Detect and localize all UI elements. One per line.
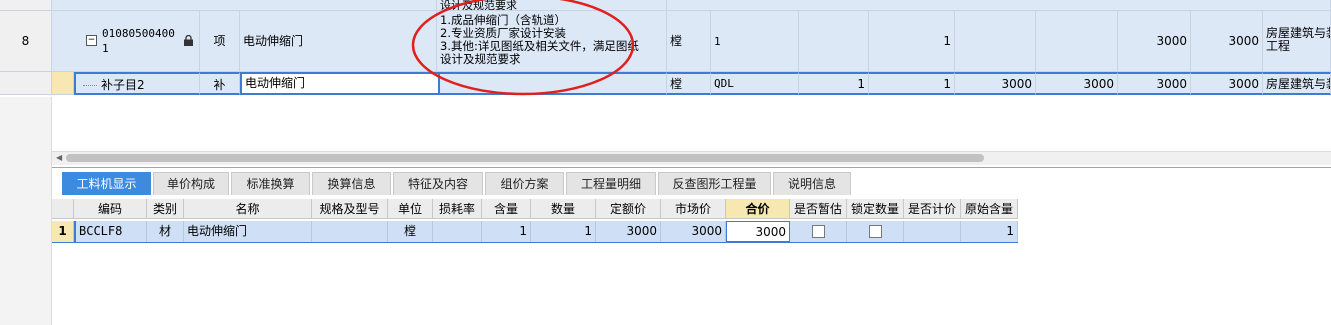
is-estimate-checkbox[interactable] <box>811 225 825 238</box>
col-header-total-price[interactable]: 合价 <box>726 199 790 219</box>
code-line1: 01080500400 <box>102 27 175 40</box>
col-header-quota-price[interactable]: 定额价 <box>596 199 661 219</box>
tab-unit-price[interactable]: 单价构成 <box>153 172 229 195</box>
code-cell[interactable]: − 01080500400 1 <box>52 11 200 72</box>
col-header-is-estimate[interactable]: 是否暂估 <box>790 199 847 219</box>
scrollbar-thumb[interactable] <box>66 154 984 162</box>
row-header-cell <box>0 0 52 11</box>
is-priced-cell[interactable] <box>904 221 961 242</box>
col-header-spec[interactable]: 规格及型号 <box>312 199 388 219</box>
tab-quantity-detail[interactable]: 工程量明细 <box>566 172 656 195</box>
lower-quantity-cell[interactable]: 1 <box>531 221 596 242</box>
left-gutter <box>0 97 52 325</box>
col-header-is-priced[interactable]: 是否计价 <box>904 199 961 219</box>
col-header-name[interactable]: 名称 <box>184 199 312 219</box>
total-cell[interactable]: 3000 <box>1191 11 1263 72</box>
sub-price-c-cell[interactable]: 3000 <box>1118 72 1191 95</box>
lower-name-cell[interactable]: 电动伸缩门 <box>184 221 312 242</box>
sub-total-cell[interactable]: 3000 <box>1191 72 1263 95</box>
tab-standard-conversion[interactable]: 标准换算 <box>231 172 310 195</box>
col-header-lock-quantity[interactable]: 锁定数量 <box>847 199 904 219</box>
lower-total-price-cell[interactable]: 3000 <box>726 221 790 242</box>
category-cell[interactable]: 房屋建筑与装 工程 <box>1263 11 1331 72</box>
col-header-category[interactable]: 类别 <box>147 199 184 219</box>
col-header-original-content[interactable]: 原始含量 <box>961 199 1018 219</box>
sub-quantity-expr-cell[interactable]: QDL <box>711 72 799 95</box>
type-cell[interactable]: 项 <box>200 11 240 72</box>
tab-graphic-quantity[interactable]: 反查图形工程量 <box>658 172 771 195</box>
lock-quantity-cell[interactable] <box>847 221 904 242</box>
lower-market-price-cell[interactable]: 3000 <box>661 221 726 242</box>
sub-content-cell[interactable]: 1 <box>799 72 869 95</box>
annotation-ellipse <box>411 0 635 96</box>
col-header-unit[interactable]: 单位 <box>388 199 433 219</box>
col-header-content[interactable]: 含量 <box>482 199 531 219</box>
price-a-cell[interactable] <box>955 11 1036 72</box>
sub-quantity-cell[interactable]: 1 <box>869 72 955 95</box>
tree-line <box>83 85 97 86</box>
sub-type-cell[interactable]: 补 <box>200 72 240 95</box>
lower-unit-cell[interactable]: 樘 <box>388 221 433 242</box>
lock-quantity-checkbox[interactable] <box>868 225 882 238</box>
quantity-expr-cell[interactable]: 1 <box>711 11 799 72</box>
sub-price-b-cell[interactable]: 3000 <box>1036 72 1118 95</box>
lower-code-cell[interactable]: BCCLF8 <box>74 221 147 242</box>
row-number: 8 <box>0 11 52 72</box>
lower-category-cell[interactable]: 材 <box>147 221 184 242</box>
items-grid: 设计及规范要求 8 − 01080500400 1 项 电动伸缩门 1.成品伸缩… <box>0 0 1331 97</box>
tab-features[interactable]: 特征及内容 <box>393 172 483 195</box>
sub-price-a-cell[interactable]: 3000 <box>955 72 1036 95</box>
lower-quota-price-cell[interactable]: 3000 <box>596 221 661 242</box>
sub-code-cell[interactable]: 补子目2 <box>74 72 200 95</box>
col-header-loss-rate[interactable]: 损耗率 <box>433 199 482 219</box>
partial-row-right <box>667 0 1331 11</box>
original-content-cell[interactable]: 1 <box>961 221 1018 242</box>
partial-row-left <box>52 0 437 11</box>
row-number-empty <box>0 72 52 95</box>
lower-row-bottom-border <box>52 242 1018 243</box>
unit-cell[interactable]: 樘 <box>667 11 711 72</box>
tab-material-display[interactable]: 工料机显示 <box>62 172 151 195</box>
price-cell[interactable]: 3000 <box>1118 11 1191 72</box>
lock-icon <box>184 34 193 49</box>
lower-corner-cell <box>52 199 74 219</box>
content-cell[interactable] <box>799 11 869 72</box>
is-estimate-cell[interactable] <box>790 221 847 242</box>
tab-pricing-scheme[interactable]: 组价方案 <box>485 172 564 195</box>
scroll-left-arrow-icon[interactable]: ◀ <box>56 153 62 162</box>
sub-unit-cell[interactable]: 樘 <box>667 72 711 95</box>
tab-conversion-info[interactable]: 换算信息 <box>312 172 391 195</box>
col-header-quantity[interactable]: 数量 <box>531 199 596 219</box>
tab-description[interactable]: 说明信息 <box>773 172 851 195</box>
lower-spec-cell[interactable] <box>312 221 388 242</box>
quantity-cell[interactable]: 1 <box>869 11 955 72</box>
sub-category-cell[interactable]: 房屋建筑与装 <box>1263 72 1331 95</box>
col-header-market-price[interactable]: 市场价 <box>661 199 726 219</box>
col-header-code[interactable]: 编码 <box>74 199 147 219</box>
lower-content-cell[interactable]: 1 <box>482 221 531 242</box>
price-b-cell[interactable] <box>1036 11 1118 72</box>
sub-code-text: 补子目2 <box>101 78 145 92</box>
lower-row-number: 1 <box>52 221 74 242</box>
code-line2: 1 <box>102 42 109 55</box>
row-indicator <box>52 72 74 95</box>
lower-loss-rate-cell[interactable] <box>433 221 482 242</box>
category-line2: 工程 <box>1266 39 1291 53</box>
minus-box-icon[interactable]: − <box>86 35 97 46</box>
